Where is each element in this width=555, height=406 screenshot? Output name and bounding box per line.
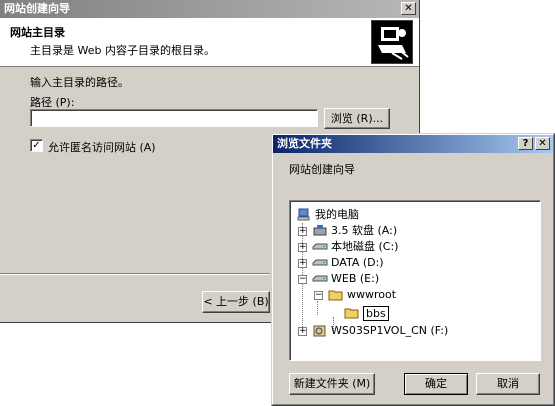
expand-icon[interactable]: + xyxy=(298,259,307,268)
expand-icon[interactable]: + xyxy=(298,227,307,236)
browse-title: 浏览文件夹 xyxy=(277,137,332,150)
checkmark-icon: ✓ xyxy=(32,140,41,151)
browse-close-button[interactable]: ✕ xyxy=(535,137,550,150)
tree-node-ws03[interactable]: + WS03SP1VOL_CN (F:) xyxy=(298,323,448,339)
browse-folder-dialog: 浏览文件夹 ? ✕ 网站创建向导 我的电脑 + 3.5 软盘 (A:) + 本地… xyxy=(271,133,555,406)
hard-drive-icon xyxy=(312,240,328,254)
browse-button[interactable]: 浏览 (R)... xyxy=(324,108,390,129)
instruction-text: 输入主目录的路径。 xyxy=(30,76,129,89)
tree-node-wwwroot[interactable]: − wwwroot xyxy=(314,287,396,303)
tree-node-floppy[interactable]: + 3.5 软盘 (A:) xyxy=(298,223,397,239)
wizard-graphic-icon xyxy=(371,20,413,64)
wizard-header: 网站主目录 主目录是 Web 内容子目录的根目录。 xyxy=(0,18,419,67)
hard-drive-icon xyxy=(312,256,328,270)
tree-line xyxy=(317,301,318,315)
tree-node-bbs[interactable]: bbs xyxy=(344,305,389,321)
wizard-titlebar[interactable]: 网站创建向导 ✕ xyxy=(0,0,419,18)
expand-icon[interactable]: + xyxy=(298,243,307,252)
cancel-button[interactable]: 取消 xyxy=(476,373,540,395)
wizard-close-button[interactable]: ✕ xyxy=(401,2,416,15)
anonymous-access-label[interactable]: 允许匿名访问网站 (A) xyxy=(48,139,156,155)
tree-node-my-computer[interactable]: 我的电脑 xyxy=(296,207,359,223)
hard-drive-icon xyxy=(312,272,328,286)
open-folder-icon xyxy=(344,306,360,320)
footer-separator xyxy=(0,273,270,275)
header-subtitle: 主目录是 Web 内容子目录的根目录。 xyxy=(30,44,215,57)
collapse-icon[interactable]: − xyxy=(298,275,307,284)
folder-tree[interactable]: 我的电脑 + 3.5 软盘 (A:) + 本地磁盘 (C:) + DATA (D… xyxy=(289,200,541,361)
ok-button[interactable]: 确定 xyxy=(404,373,468,395)
expand-icon[interactable]: + xyxy=(298,327,307,336)
tree-node-data[interactable]: + DATA (D:) xyxy=(298,255,384,271)
close-icon: ✕ xyxy=(538,138,547,149)
collapse-icon[interactable]: − xyxy=(314,291,323,300)
path-label: 路径 (P): xyxy=(30,96,75,109)
help-button[interactable]: ? xyxy=(518,137,533,150)
floppy-drive-icon xyxy=(312,224,328,238)
computer-icon xyxy=(296,208,312,222)
wizard-title: 网站创建向导 xyxy=(4,2,70,15)
open-folder-icon xyxy=(328,288,344,302)
rename-input[interactable]: bbs xyxy=(363,305,389,321)
close-icon: ✕ xyxy=(404,3,413,14)
anonymous-access-checkbox[interactable]: ✓ xyxy=(30,139,43,152)
browse-description: 网站创建向导 xyxy=(289,163,355,176)
browse-titlebar[interactable]: 浏览文件夹 ? ✕ xyxy=(273,135,553,153)
tree-node-web[interactable]: − WEB (E:) xyxy=(298,271,379,287)
header-title: 网站主目录 xyxy=(10,26,65,39)
path-input[interactable] xyxy=(30,109,318,127)
help-icon: ? xyxy=(522,138,529,149)
back-button[interactable]: < 上一步 (B) xyxy=(202,291,270,313)
tree-node-local-disk[interactable]: + 本地磁盘 (C:) xyxy=(298,239,398,255)
cd-drive-icon xyxy=(312,324,328,338)
new-folder-button[interactable]: 新建文件夹 (M) xyxy=(289,373,375,395)
